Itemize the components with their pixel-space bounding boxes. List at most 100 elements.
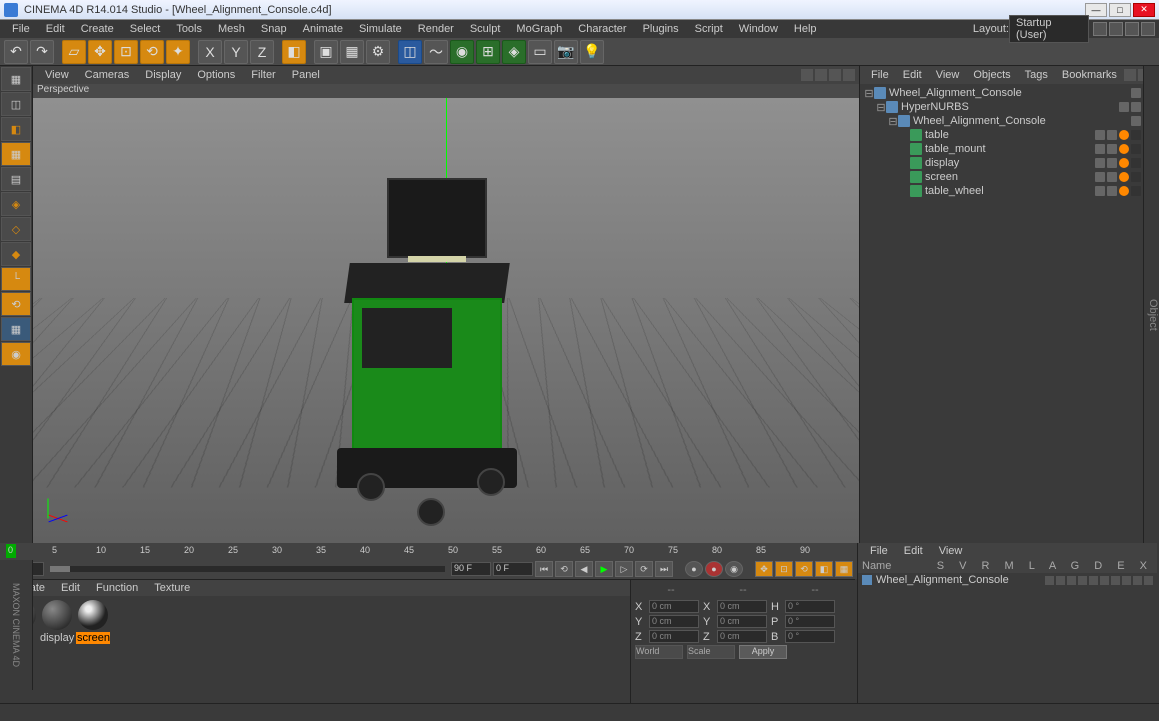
frame-cur[interactable]: 0 F xyxy=(493,562,533,576)
layout-icon-3[interactable] xyxy=(1125,22,1139,36)
menu-animate[interactable]: Animate xyxy=(295,23,351,35)
menu-character[interactable]: Character xyxy=(570,23,634,35)
select-tool[interactable]: ▱ xyxy=(62,40,86,64)
redo-button[interactable]: ↷ xyxy=(30,40,54,64)
maximize-button[interactable]: □ xyxy=(1109,3,1131,17)
goto-end[interactable]: ⏭ xyxy=(655,561,673,577)
right-tabs[interactable]: Object xyxy=(1143,66,1159,543)
play-button[interactable]: ▶ xyxy=(595,561,613,577)
record-button[interactable]: ● xyxy=(685,561,703,577)
tree-row[interactable]: table_mount xyxy=(862,142,1157,156)
layout-icon-1[interactable] xyxy=(1093,22,1107,36)
close-button[interactable]: ✕ xyxy=(1133,3,1155,17)
make-editable[interactable]: ▦ xyxy=(1,67,31,91)
tree-row[interactable]: ⊟Wheel_Alignment_Console xyxy=(862,114,1157,128)
add-cube[interactable]: ◫ xyxy=(398,40,422,64)
layout-selector[interactable]: Startup (User) xyxy=(1009,15,1089,43)
vp-panel[interactable]: Panel xyxy=(284,69,328,81)
model-mode[interactable]: ◫ xyxy=(1,92,31,116)
x-lock[interactable]: X xyxy=(198,40,222,64)
vp-view[interactable]: View xyxy=(37,69,77,81)
autokey-button[interactable]: ● xyxy=(705,561,723,577)
om-bookmarks[interactable]: Bookmarks xyxy=(1055,69,1124,81)
menu-mograph[interactable]: MoGraph xyxy=(508,23,570,35)
size-z[interactable]: 0 cm xyxy=(717,630,767,643)
add-array[interactable]: ⊞ xyxy=(476,40,500,64)
menu-create[interactable]: Create xyxy=(73,23,122,35)
menu-sculpt[interactable]: Sculpt xyxy=(462,23,509,35)
tree-row[interactable]: screen xyxy=(862,170,1157,184)
timeline-slider[interactable] xyxy=(50,566,445,572)
coord-system[interactable]: ◧ xyxy=(282,40,306,64)
render-region[interactable]: ▦ xyxy=(340,40,364,64)
rb-view[interactable]: View xyxy=(931,545,971,557)
snap-toggle[interactable]: ◉ xyxy=(1,342,31,366)
keyframe-sel[interactable]: ◉ xyxy=(725,561,743,577)
menu-mesh[interactable]: Mesh xyxy=(210,23,253,35)
menu-snap[interactable]: Snap xyxy=(253,23,295,35)
add-nurbs[interactable]: ◉ xyxy=(450,40,474,64)
om-edit[interactable]: Edit xyxy=(896,69,929,81)
tree-row[interactable]: display xyxy=(862,156,1157,170)
rotate-tool[interactable]: ⟲ xyxy=(140,40,164,64)
menu-tools[interactable]: Tools xyxy=(168,23,210,35)
y-lock[interactable]: Y xyxy=(224,40,248,64)
vp-filter[interactable]: Filter xyxy=(243,69,283,81)
layer-row[interactable]: Wheel_Alignment_Console xyxy=(858,573,1157,587)
undo-button[interactable]: ↶ xyxy=(4,40,28,64)
scale-tool[interactable]: ⊡ xyxy=(114,40,138,64)
rot-p[interactable]: 0 ° xyxy=(785,615,835,628)
edge-mode[interactable]: ◇ xyxy=(1,217,31,241)
tree-row[interactable]: ⊟HyperNURBS xyxy=(862,100,1157,114)
next-frame[interactable]: ▷ xyxy=(615,561,633,577)
size-x[interactable]: 0 cm xyxy=(717,600,767,613)
rb-file[interactable]: File xyxy=(862,545,896,557)
material-item[interactable]: screen xyxy=(76,600,110,699)
vp-nav-1[interactable] xyxy=(801,69,813,81)
vp-display[interactable]: Display xyxy=(137,69,189,81)
tree-row[interactable]: table xyxy=(862,128,1157,142)
axis-mode[interactable]: └ xyxy=(1,267,31,291)
pos-x[interactable]: 0 cm xyxy=(649,600,699,613)
om-tags[interactable]: Tags xyxy=(1018,69,1055,81)
rb-edit[interactable]: Edit xyxy=(896,545,931,557)
prev-key[interactable]: ⟲ xyxy=(555,561,573,577)
render-view[interactable]: ▣ xyxy=(314,40,338,64)
mat-edit[interactable]: Edit xyxy=(53,582,88,594)
z-lock[interactable]: Z xyxy=(250,40,274,64)
menu-file[interactable]: File xyxy=(4,23,38,35)
vp-nav-4[interactable] xyxy=(843,69,855,81)
render-settings[interactable]: ⚙ xyxy=(366,40,390,64)
om-view[interactable]: View xyxy=(929,69,967,81)
mat-function[interactable]: Function xyxy=(88,582,146,594)
point-mode[interactable]: ◈ xyxy=(1,192,31,216)
rot-h[interactable]: 0 ° xyxy=(785,600,835,613)
om-objects[interactable]: Objects xyxy=(966,69,1017,81)
om-file[interactable]: File xyxy=(864,69,896,81)
coord-space[interactable]: World xyxy=(635,645,683,659)
key-pla[interactable]: ▦ xyxy=(835,561,853,577)
tweak-mode[interactable]: ⟲ xyxy=(1,292,31,316)
move-tool[interactable]: ✥ xyxy=(88,40,112,64)
material-item[interactable]: display xyxy=(40,600,74,699)
tree-row[interactable]: table_wheel xyxy=(862,184,1157,198)
vp-cameras[interactable]: Cameras xyxy=(77,69,138,81)
vp-options[interactable]: Options xyxy=(189,69,243,81)
menu-simulate[interactable]: Simulate xyxy=(351,23,410,35)
add-deformer[interactable]: ◈ xyxy=(502,40,526,64)
goto-start[interactable]: ⏮ xyxy=(535,561,553,577)
key-pos[interactable]: ✥ xyxy=(755,561,773,577)
add-spline[interactable]: ～ xyxy=(424,40,448,64)
menu-window[interactable]: Window xyxy=(731,23,786,35)
apply-button[interactable]: Apply xyxy=(739,645,787,659)
pos-y[interactable]: 0 cm xyxy=(649,615,699,628)
menu-edit[interactable]: Edit xyxy=(38,23,73,35)
key-rot[interactable]: ⟲ xyxy=(795,561,813,577)
frame-end[interactable]: 90 F xyxy=(451,562,491,576)
menu-select[interactable]: Select xyxy=(122,23,169,35)
key-param[interactable]: ◧ xyxy=(815,561,833,577)
add-light[interactable]: 💡 xyxy=(580,40,604,64)
menu-plugins[interactable]: Plugins xyxy=(635,23,687,35)
layout-icon-4[interactable] xyxy=(1141,22,1155,36)
rot-b[interactable]: 0 ° xyxy=(785,630,835,643)
